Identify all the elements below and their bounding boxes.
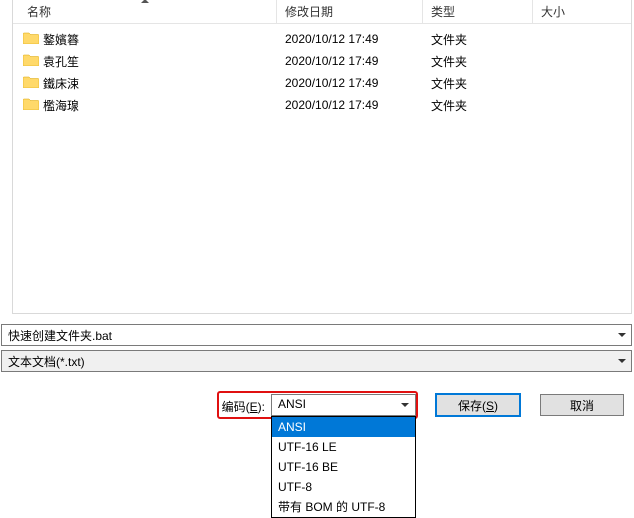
cancel-button[interactable]: 取消 [540, 394, 624, 416]
file-date: 2020/10/12 17:49 [277, 54, 423, 68]
file-name: 鐜嬪簭 [43, 31, 79, 48]
folder-icon [23, 75, 39, 91]
column-header-size-label: 大小 [541, 3, 565, 20]
table-row[interactable]: 袁孔笙 2020/10/12 17:49文件夹 [13, 50, 631, 72]
sort-ascending-icon [141, 0, 149, 3]
encoding-option[interactable]: UTF-16 LE [272, 437, 415, 457]
column-header-size[interactable]: 大小 [533, 0, 631, 23]
columns-header: 名称 修改日期 类型 大小 [13, 0, 631, 24]
file-type: 文件夹 [423, 31, 533, 48]
encoding-select[interactable]: ANSI [271, 394, 416, 416]
encoding-dropdown: ANSIUTF-16 LEUTF-16 BEUTF-8带有 BOM 的 UTF-… [271, 416, 416, 518]
file-type: 文件夹 [423, 97, 533, 114]
column-header-type-label: 类型 [431, 3, 455, 20]
column-header-date[interactable]: 修改日期 [277, 0, 423, 23]
file-list-pane: 名称 修改日期 类型 大小 鐜嬪簭2020/10/12 17:49文件夹袁孔笙2… [12, 0, 632, 314]
bottom-fields [1, 324, 632, 372]
file-name: 鐵床涑 [43, 75, 79, 92]
file-name: 袁孔笙 [43, 53, 79, 70]
encoding-selected-value: ANSI [278, 397, 306, 411]
file-type: 文件夹 [423, 75, 533, 92]
table-row[interactable]: 鐜嬪簭 2020/10/12 17:49文件夹 [13, 28, 631, 50]
column-header-name-label: 名称 [27, 3, 51, 20]
encoding-area: ANSI ANSIUTF-16 LEUTF-16 BEUTF-8带有 BOM 的… [271, 394, 416, 416]
folder-icon [23, 31, 39, 47]
column-header-name[interactable]: 名称 [13, 0, 277, 23]
file-type: 文件夹 [423, 53, 533, 70]
encoding-option[interactable]: UTF-16 BE [272, 457, 415, 477]
chevron-down-icon [401, 403, 409, 407]
table-row[interactable]: 檻海瑔 2020/10/12 17:49文件夹 [13, 94, 631, 116]
encoding-label: 编码(E): [222, 398, 265, 415]
folder-icon [23, 53, 39, 69]
filetype-select[interactable] [1, 350, 632, 372]
column-header-date-label: 修改日期 [285, 3, 333, 20]
folder-icon [23, 97, 39, 113]
encoding-option[interactable]: ANSI [272, 417, 415, 437]
encoding-option[interactable]: UTF-8 [272, 477, 415, 497]
file-date: 2020/10/12 17:49 [277, 98, 423, 112]
table-row[interactable]: 鐵床涑 2020/10/12 17:49文件夹 [13, 72, 631, 94]
filename-input[interactable] [1, 324, 632, 346]
save-button[interactable]: 保存(S) [436, 394, 520, 416]
file-date: 2020/10/12 17:49 [277, 76, 423, 90]
file-list: 鐜嬪簭2020/10/12 17:49文件夹袁孔笙2020/10/12 17:4… [13, 24, 631, 116]
file-date: 2020/10/12 17:49 [277, 32, 423, 46]
filename-row [1, 324, 632, 346]
column-header-type[interactable]: 类型 [423, 0, 533, 23]
filetype-row [1, 350, 632, 372]
file-name: 檻海瑔 [43, 97, 79, 114]
encoding-option[interactable]: 带有 BOM 的 UTF-8 [272, 497, 415, 517]
controls-row: 编码(E): ANSI ANSIUTF-16 LEUTF-16 BEUTF-8带… [0, 394, 624, 416]
